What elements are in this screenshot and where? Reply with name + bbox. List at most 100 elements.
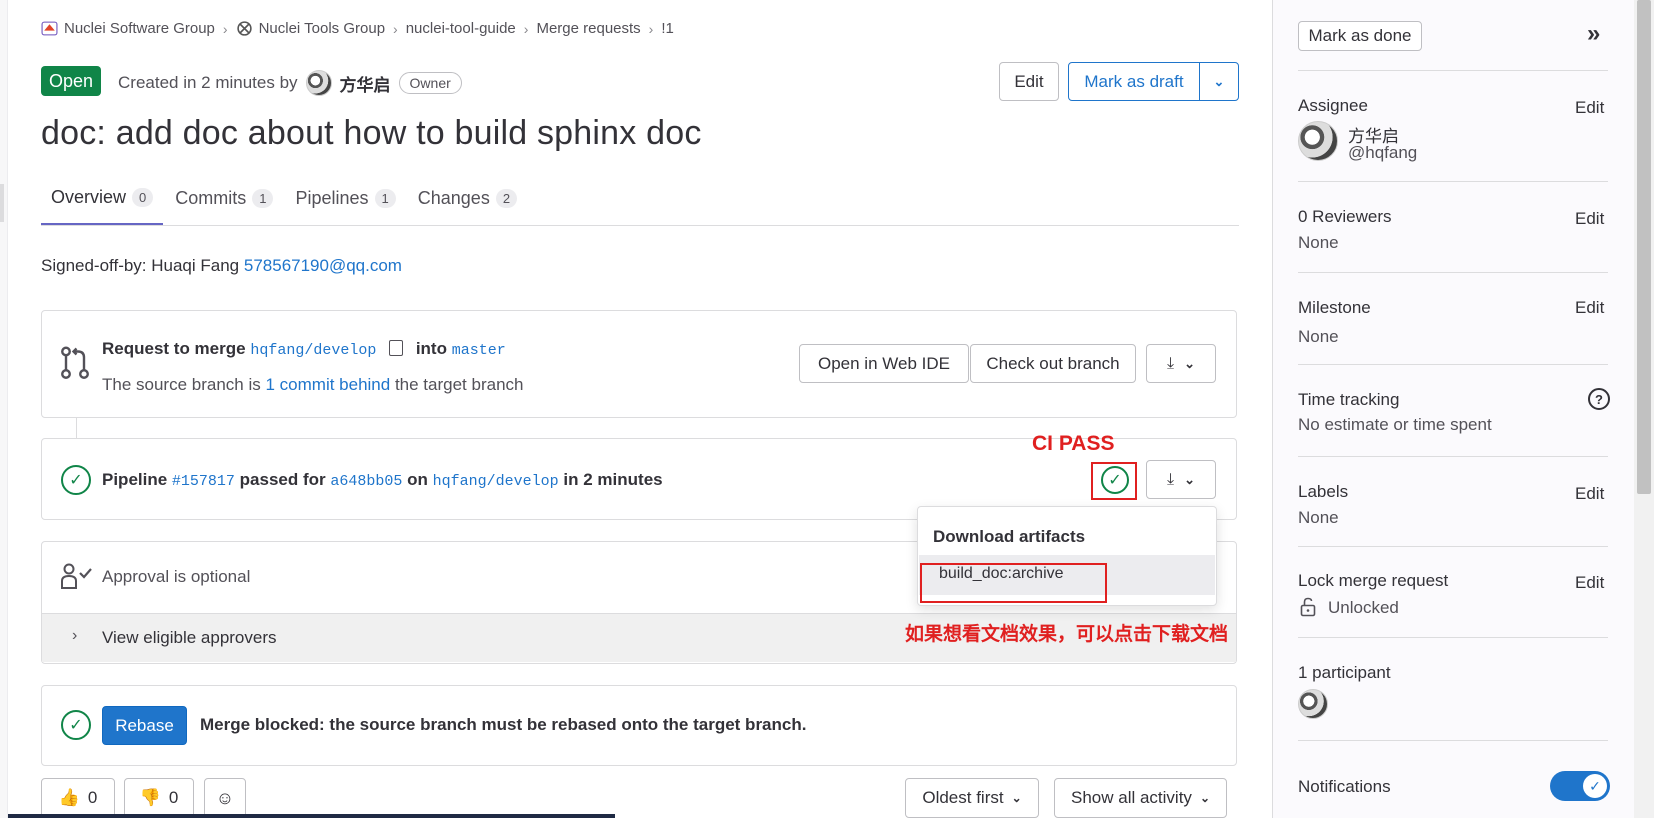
pipeline-passed-icon[interactable]: ✓ [61, 465, 91, 495]
commits-behind-link[interactable]: 1 commit behind [265, 375, 390, 394]
edit-button[interactable]: Edit [999, 62, 1059, 101]
sidebar-divider [1298, 181, 1608, 182]
pipeline-label: Pipeline [102, 470, 168, 489]
notifications-label: Notifications [1298, 777, 1391, 796]
group-logo-icon [41, 21, 58, 36]
lock-label: Lock merge request [1298, 571, 1449, 590]
artifact-highlight-box [920, 563, 1107, 603]
help-icon[interactable]: ? [1588, 388, 1610, 410]
assignee-avatar[interactable] [1298, 121, 1338, 161]
sidebar-divider [1298, 740, 1608, 741]
right-sidebar: Mark as done » Assignee Edit 方华启 @hqfang… [1272, 0, 1654, 818]
dropdown-header: Download artifacts [933, 527, 1086, 546]
breadcrumb-label[interactable]: nuclei-tool-guide [406, 20, 516, 37]
copy-icon[interactable] [389, 340, 404, 356]
draft-options-button[interactable]: ⌄ [1199, 62, 1239, 101]
created-text: Created in 2 minutes by [118, 73, 298, 92]
tab-count-badge: 1 [252, 189, 274, 208]
tab-commits[interactable]: Commits 1 [165, 172, 283, 225]
download-icon: ⤓ [1167, 354, 1175, 372]
notifications-toggle[interactable]: ✓ [1550, 771, 1610, 801]
chevron-right-icon: › [222, 20, 228, 37]
breadcrumb-label[interactable]: Nuclei Tools Group [259, 20, 385, 37]
sidebar-divider [1298, 364, 1608, 365]
download-icon: ⤓ [1167, 470, 1175, 488]
merge-request-line: Request to merge hqfang/develop into mas… [102, 339, 506, 359]
reviewers-edit-link[interactable]: Edit [1575, 209, 1604, 229]
breadcrumb-label[interactable]: Merge requests [536, 20, 640, 37]
chevron-right-icon: › [393, 20, 398, 37]
time-tracking-label: Time tracking [1298, 390, 1400, 409]
sidebar-divider [1298, 70, 1608, 71]
tab-changes[interactable]: Changes 2 [408, 172, 527, 225]
tab-count-badge: 0 [132, 188, 154, 207]
source-branch-link[interactable]: hqfang/develop [250, 342, 376, 359]
reaction-count: 0 [168, 788, 179, 807]
horizontal-scrollbar[interactable] [8, 814, 615, 818]
scrollbar-thumb[interactable] [1637, 0, 1651, 494]
mark-as-draft-button[interactable]: Mark as draft [1068, 62, 1200, 101]
role-badge: Owner [398, 72, 462, 94]
breadcrumb-label[interactable]: Nuclei Software Group [64, 20, 215, 37]
participants-label: 1 participant [1298, 663, 1391, 682]
breadcrumb: Nuclei Software Group › Nuclei Tools Gro… [41, 20, 674, 37]
tab-pipelines[interactable]: Pipelines 1 [285, 172, 405, 225]
breadcrumb-item-mr-id[interactable]: !1 [661, 20, 674, 37]
pipeline-line: Pipeline #157817 passed for a648bb05 on … [102, 470, 663, 490]
check-icon: ✓ [1583, 774, 1607, 798]
activity-filter-dropdown[interactable]: Show all activity ⌄ [1054, 778, 1227, 818]
sort-dropdown[interactable]: Oldest first ⌄ [905, 778, 1039, 818]
chevron-right-icon[interactable]: › [72, 627, 77, 645]
assignee-edit-link[interactable]: Edit [1575, 98, 1604, 118]
merge-request-icon [61, 346, 89, 379]
into-label: into [415, 339, 447, 358]
email-link[interactable]: 578567190@qq.com [244, 256, 402, 275]
milestone-edit-link[interactable]: Edit [1575, 298, 1604, 318]
breadcrumb-label[interactable]: !1 [661, 20, 674, 37]
breadcrumb-item-project[interactable]: nuclei-tool-guide [406, 20, 516, 37]
pipeline-duration: in 2 minutes [563, 470, 663, 489]
thumbs-down-button[interactable]: 👎 0 [124, 778, 194, 818]
author-name[interactable]: 方华启 [340, 71, 391, 96]
breadcrumb-item-group[interactable]: Nuclei Software Group [41, 20, 215, 37]
mark-as-done-button[interactable]: Mark as done [1298, 21, 1422, 51]
breadcrumb-item-merge-requests[interactable]: Merge requests [536, 20, 640, 37]
thumbs-up-icon: 👍 [58, 788, 80, 807]
mr-tabs: Overview 0 Commits 1 Pipelines 1 Changes 2 [41, 172, 1239, 226]
rebase-status-icon: ✓ [61, 710, 91, 740]
subgroup-logo-icon [236, 21, 252, 36]
merge-blocked-message: Merge blocked: the source branch must be… [200, 715, 807, 734]
filter-label: Show all activity [1071, 788, 1192, 807]
collapse-sidebar-icon[interactable]: » [1587, 20, 1600, 48]
left-edge-strip [0, 0, 8, 818]
breadcrumb-item-subgroup[interactable]: Nuclei Tools Group [236, 20, 385, 37]
pipeline-branch-link[interactable]: hqfang/develop [433, 473, 559, 490]
download-source-button[interactable]: ⤓ ⌄ [1146, 344, 1216, 383]
tab-overview[interactable]: Overview 0 [41, 172, 164, 225]
thumbs-up-button[interactable]: 👍 0 [41, 778, 115, 818]
view-approvers-link[interactable]: View eligible approvers [102, 628, 277, 648]
download-artifacts-button[interactable]: ⤓ ⌄ [1146, 460, 1216, 499]
rebase-button[interactable]: Rebase [102, 706, 187, 745]
author-avatar[interactable] [305, 70, 332, 96]
add-reaction-button[interactable]: ☺ [204, 778, 246, 818]
commit-sha-link[interactable]: a648bb05 [330, 473, 402, 490]
chevron-down-icon: ⌄ [1199, 791, 1210, 805]
check-out-branch-button[interactable]: Check out branch [970, 344, 1136, 383]
reaction-count: 0 [87, 788, 98, 807]
reviewers-label: 0 Reviewers [1298, 207, 1392, 226]
labels-value: None [1298, 508, 1339, 527]
pipeline-id-link[interactable]: #157817 [172, 473, 235, 490]
target-branch-link[interactable]: master [452, 342, 506, 359]
chevron-right-icon: › [523, 20, 529, 37]
participant-avatar[interactable] [1298, 689, 1328, 719]
labels-edit-link[interactable]: Edit [1575, 484, 1604, 504]
open-web-ide-button[interactable]: Open in Web IDE [799, 344, 969, 383]
tab-label: Pipelines [295, 188, 369, 208]
sort-label: Oldest first [922, 788, 1004, 807]
lock-edit-link[interactable]: Edit [1575, 573, 1604, 593]
ci-pass-annotation: CI PASS [1032, 432, 1115, 455]
chevron-down-icon: ⌄ [1213, 73, 1225, 89]
chevron-down-icon: ⌄ [1184, 471, 1195, 487]
page-title: doc: add doc about how to build sphinx d… [41, 114, 702, 152]
